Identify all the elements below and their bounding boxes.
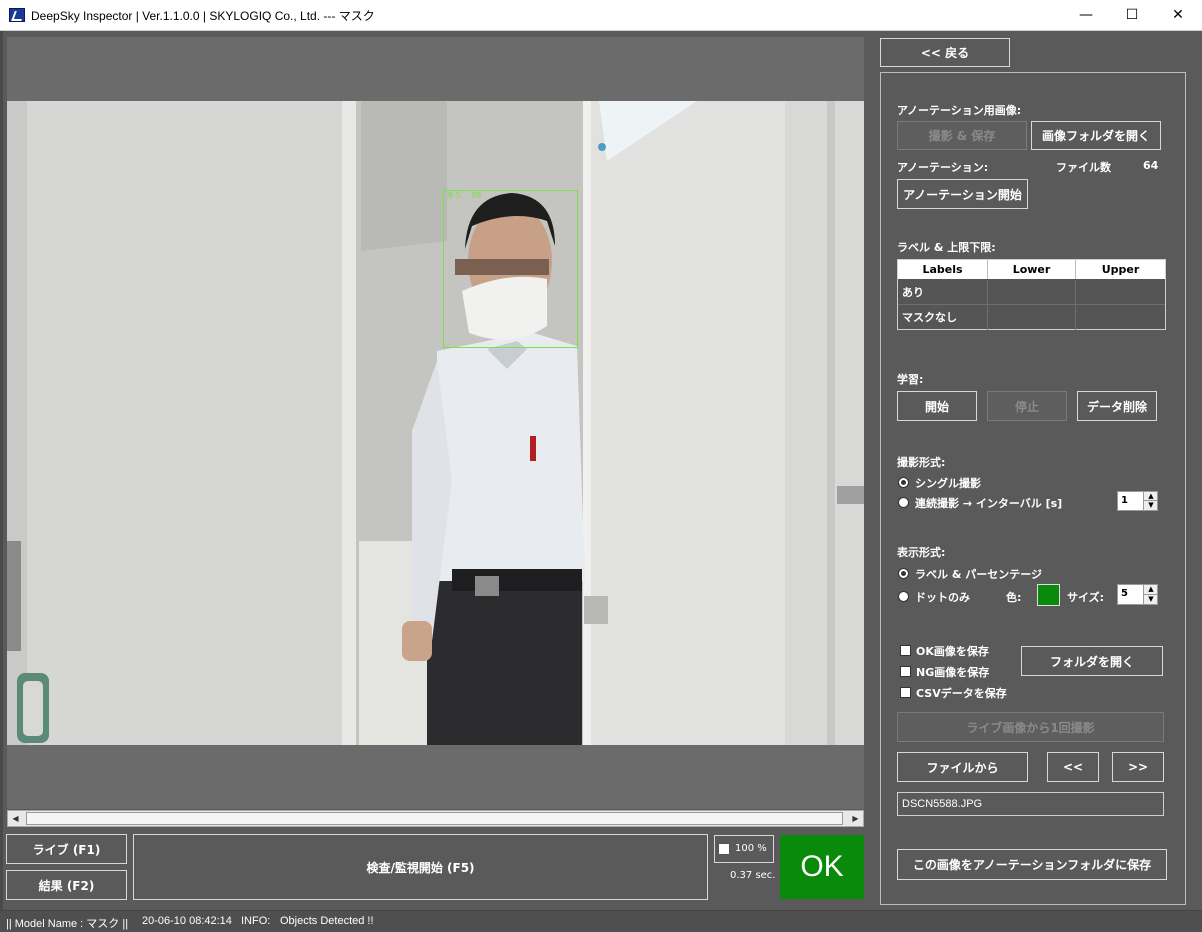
status-bar: || Model Name : マスク || 20-06-10 08:42:14… bbox=[0, 910, 1202, 932]
column-header-labels: Labels bbox=[898, 260, 988, 279]
live-button[interactable]: ライブ (F1) bbox=[6, 834, 127, 864]
verdict-badge: OK bbox=[780, 835, 864, 899]
zoom-value: 100 % bbox=[735, 843, 767, 854]
capture-mode-label: 撮影形式: bbox=[897, 456, 946, 469]
back-button[interactable]: << 戻る bbox=[880, 38, 1010, 67]
dots-only-radio[interactable] bbox=[898, 591, 909, 602]
interval-spinner[interactable]: 1 ▲ ▼ bbox=[1117, 491, 1158, 511]
save-ok-images-label: OK画像を保存 bbox=[916, 645, 989, 658]
dots-only-label: ドットのみ bbox=[915, 591, 970, 604]
from-file-button[interactable]: ファイルから bbox=[897, 752, 1028, 782]
table-cell-lower[interactable] bbox=[988, 305, 1076, 330]
color-label: 色: bbox=[1006, 591, 1022, 604]
capture-save-button[interactable]: 撮影 & 保存 bbox=[897, 121, 1027, 150]
learn-start-button[interactable]: 開始 bbox=[897, 391, 977, 421]
zoom-checkbox[interactable] bbox=[718, 843, 730, 855]
single-capture-radio[interactable] bbox=[898, 477, 909, 488]
learn-stop-button[interactable]: 停止 bbox=[987, 391, 1067, 421]
inspect-start-button[interactable]: 検査/監視開始 (F5) bbox=[133, 834, 708, 900]
minimize-button[interactable]: — bbox=[1063, 0, 1109, 31]
learning-label: 学習: bbox=[897, 373, 924, 386]
title-bar: DeepSky Inspector | Ver.1.1.0.0 | SKYLOG… bbox=[0, 0, 1202, 31]
start-annotation-button[interactable]: アノーテーション開始 bbox=[897, 179, 1028, 209]
status-timestamp: 20-06-10 08:42:14 bbox=[142, 915, 232, 927]
save-ng-images-checkbox[interactable] bbox=[900, 666, 911, 677]
zoom-control: 100 % bbox=[714, 835, 774, 863]
elapsed-time: 0.37 sec. bbox=[730, 870, 776, 881]
annotation-label: アノーテーション: bbox=[897, 161, 989, 174]
table-cell-label[interactable]: マスクなし bbox=[898, 305, 988, 330]
label-percentage-radio[interactable] bbox=[898, 568, 909, 579]
table-cell-lower[interactable] bbox=[988, 280, 1076, 305]
annotation-image-label: アノーテーション用画像: bbox=[897, 104, 1022, 117]
detection-bounding-box bbox=[443, 190, 578, 348]
detection-label: あり .99 bbox=[446, 191, 482, 200]
result-button[interactable]: 結果 (F2) bbox=[6, 870, 127, 900]
save-csv-label: CSVデータを保存 bbox=[916, 687, 1007, 700]
status-info-label: INFO: bbox=[241, 915, 271, 927]
status-info-message: Objects Detected !! bbox=[280, 915, 374, 927]
table-cell-upper[interactable] bbox=[1076, 280, 1165, 305]
save-ok-images-checkbox[interactable] bbox=[900, 645, 911, 656]
window-title: DeepSky Inspector | Ver.1.1.0.0 | SKYLOG… bbox=[31, 9, 375, 23]
size-label: サイズ: bbox=[1067, 591, 1105, 604]
previous-image-button[interactable]: << bbox=[1047, 752, 1099, 782]
spin-up-icon[interactable]: ▲ bbox=[1144, 492, 1158, 501]
capture-once-button[interactable]: ライブ画像から1回撮影 bbox=[897, 712, 1164, 742]
save-to-annotation-button[interactable]: この画像をアノーテーションフォルダに保存 bbox=[897, 849, 1167, 880]
interval-value: 1 bbox=[1121, 495, 1128, 506]
labels-table[interactable]: Labels Lower Upper あり マスクなし bbox=[897, 259, 1166, 330]
label-percentage-label: ラベル & パーセンテージ bbox=[915, 568, 1043, 581]
delete-data-button[interactable]: データ削除 bbox=[1077, 391, 1157, 421]
file-count-value: 64 bbox=[1143, 159, 1159, 172]
single-capture-label: シングル撮影 bbox=[915, 477, 981, 490]
labels-section-label: ラベル & 上限下限: bbox=[897, 241, 996, 254]
spin-down-icon[interactable]: ▼ bbox=[1144, 501, 1158, 510]
filename-field[interactable]: DSCN5588.JPG bbox=[897, 792, 1164, 816]
table-cell-upper[interactable] bbox=[1076, 305, 1165, 330]
continuous-capture-radio[interactable] bbox=[898, 497, 909, 508]
table-cell-label[interactable]: あり bbox=[898, 280, 988, 305]
close-button[interactable]: ✕ bbox=[1155, 0, 1201, 31]
continuous-capture-label: 連続撮影 → インターバル [s] bbox=[915, 497, 1063, 510]
horizontal-scrollbar[interactable]: ◀ ▶ bbox=[7, 810, 864, 827]
column-header-lower: Lower bbox=[988, 260, 1076, 279]
spin-up-icon[interactable]: ▲ bbox=[1144, 585, 1158, 595]
dot-color-swatch[interactable] bbox=[1037, 584, 1060, 606]
next-image-button[interactable]: >> bbox=[1112, 752, 1164, 782]
open-image-folder-button[interactable]: 画像フォルダを開く bbox=[1031, 121, 1161, 150]
save-ng-images-label: NG画像を保存 bbox=[916, 666, 990, 679]
file-count-label: ファイル数 bbox=[1056, 161, 1111, 174]
scroll-right-icon[interactable]: ▶ bbox=[848, 811, 863, 826]
app-logo-icon bbox=[9, 8, 25, 22]
column-header-upper: Upper bbox=[1076, 260, 1165, 279]
size-value: 5 bbox=[1121, 588, 1128, 599]
status-model: || Model Name : マスク || bbox=[6, 918, 129, 930]
save-csv-checkbox[interactable] bbox=[900, 687, 911, 698]
scroll-thumb[interactable] bbox=[26, 812, 843, 825]
scroll-left-icon[interactable]: ◀ bbox=[8, 811, 23, 826]
camera-image bbox=[7, 101, 864, 745]
window-frame bbox=[0, 31, 3, 932]
display-mode-label: 表示形式: bbox=[897, 546, 946, 559]
open-folder-button[interactable]: フォルダを開く bbox=[1021, 646, 1163, 676]
size-spinner[interactable]: 5 ▲ ▼ bbox=[1117, 584, 1158, 605]
spin-down-icon[interactable]: ▼ bbox=[1144, 595, 1158, 605]
maximize-button[interactable]: ☐ bbox=[1109, 0, 1155, 31]
